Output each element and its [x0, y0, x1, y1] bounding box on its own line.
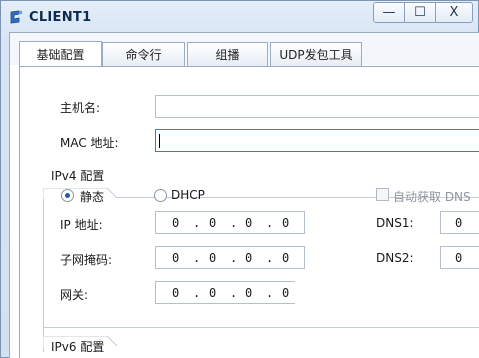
auto-dns-checkbox[interactable]: [376, 188, 389, 201]
ipv4-group-bottom-border: [43, 327, 479, 328]
ip-octet: 0: [282, 216, 290, 230]
mask-octet: 0: [209, 251, 217, 265]
tab-basic-config[interactable]: 基础配置: [19, 41, 102, 67]
gateway-octet: 0: [245, 286, 253, 300]
dns2-input[interactable]: 0: [440, 246, 479, 269]
tab-strip: 基础配置 命令行 组播 UDP发包工具: [10, 33, 479, 67]
dns2-label: DNS2:: [376, 251, 414, 265]
hostname-label: 主机名:: [60, 101, 101, 115]
maximize-button[interactable]: ☐: [404, 2, 436, 23]
gateway-dot: .: [230, 286, 238, 300]
ip-octet: 0: [209, 216, 217, 230]
dns2-octet: 0: [455, 251, 463, 265]
gateway-octet: 0: [172, 286, 180, 300]
gateway-dot: .: [193, 286, 201, 300]
tab-command-line[interactable]: 命令行: [102, 42, 185, 66]
maximize-icon: ☐: [414, 5, 426, 20]
auto-dns-label: 自动获取 DNS: [393, 190, 471, 204]
ip-dot: .: [230, 216, 238, 230]
gateway-dot: .: [266, 286, 274, 300]
dhcp-label: DHCP: [171, 188, 205, 202]
dns1-octet: 0: [455, 216, 463, 230]
mac-label: MAC 地址:: [60, 136, 119, 150]
close-button[interactable]: X: [435, 2, 473, 23]
gateway-label: 网关:: [60, 288, 89, 302]
ipv4-group-title: IPv4 配置: [51, 169, 105, 183]
client-app-icon: [10, 10, 23, 24]
gateway-octet: 0: [209, 286, 217, 300]
gateway-input[interactable]: 0 . 0 . 0 . 0: [155, 281, 295, 304]
ipv6-group-title: IPv6 配置: [51, 340, 105, 352]
dns1-label: DNS1:: [376, 216, 414, 230]
tab-label: 组播: [215, 48, 240, 62]
subnet-mask-input[interactable]: 0 . 0 . 0 . 0: [155, 246, 305, 269]
client-window: CLIENT1 — ☐ X 基础配置 命令行 组播 UDP发包工具 主机名: M…: [0, 0, 479, 358]
subnet-mask-label: 子网掩码:: [60, 253, 113, 267]
mask-dot: .: [230, 251, 238, 265]
hostname-input[interactable]: [155, 95, 479, 118]
tab-label: UDP发包工具: [279, 48, 353, 62]
mac-address-input[interactable]: [155, 129, 479, 152]
gateway-octet: 0: [282, 286, 290, 300]
ip-address-label: IP 地址:: [60, 218, 103, 232]
mask-octet: 0: [282, 251, 290, 265]
mask-dot: .: [266, 251, 274, 265]
ip-dot: .: [193, 216, 201, 230]
minimize-button[interactable]: —: [373, 2, 405, 23]
ip-dot: .: [266, 216, 274, 230]
static-radio[interactable]: [61, 189, 74, 202]
mask-octet: 0: [245, 251, 253, 265]
minimize-icon: —: [382, 5, 396, 20]
title-bar[interactable]: CLIENT1 — ☐ X: [1, 1, 478, 31]
tab-multicast[interactable]: 组播: [187, 42, 268, 66]
tab-label: 基础配置: [36, 48, 85, 62]
tab-label: 命令行: [125, 48, 162, 62]
dhcp-radio[interactable]: [154, 189, 167, 202]
ip-octet: 0: [245, 216, 253, 230]
tab-udp-tool[interactable]: UDP发包工具: [270, 42, 362, 66]
mask-dot: .: [193, 251, 201, 265]
close-icon: X: [449, 5, 459, 20]
client-content: 基础配置 命令行 组播 UDP发包工具 主机名: MAC 地址: IPv4 配置…: [9, 32, 479, 358]
text-caret: [159, 134, 160, 148]
dns1-input[interactable]: 0: [440, 211, 479, 234]
window-title: CLIENT1: [29, 10, 92, 25]
ip-address-input[interactable]: 0 . 0 . 0 . 0: [155, 211, 305, 234]
ip-octet: 0: [172, 216, 180, 230]
mask-octet: 0: [172, 251, 180, 265]
static-label: 静态: [80, 190, 105, 204]
